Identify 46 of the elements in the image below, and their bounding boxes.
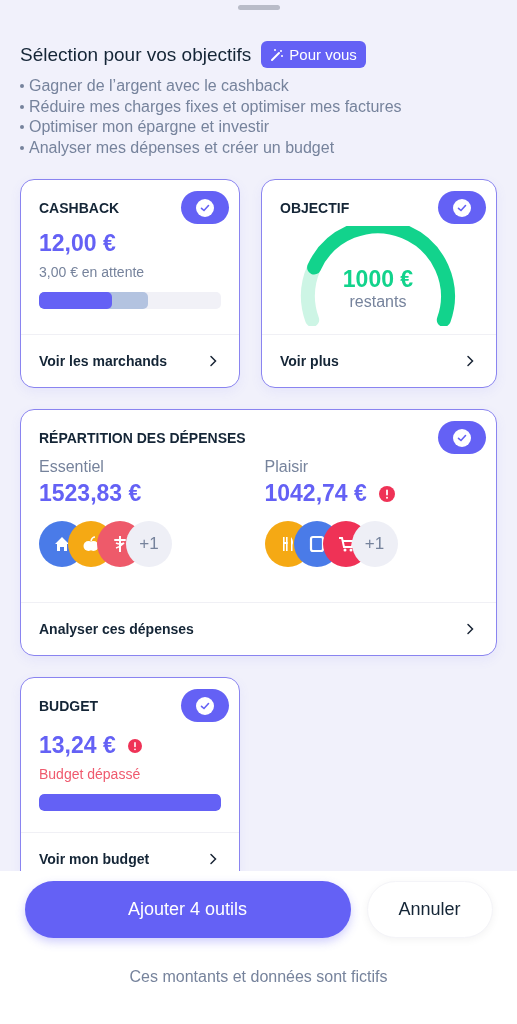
chevron-right-icon	[209, 355, 217, 367]
chevron-right-icon	[209, 853, 217, 865]
goal-amount: 1000 €	[341, 266, 415, 293]
card-title: CASHBACK	[39, 199, 120, 216]
pending-amount: 3,00 € en attente	[39, 264, 146, 280]
card-link[interactable]: Voir plus	[262, 334, 496, 387]
cancel-button[interactable]: Annuler	[366, 881, 493, 938]
disclaimer-text: Ces montants et données sont fictifs	[129, 968, 388, 986]
select-toggle[interactable]	[181, 191, 229, 224]
cashback-amount: 12,00 €	[39, 230, 117, 257]
more-count: +1	[126, 521, 172, 567]
add-tools-button[interactable]: Ajouter 4 outils	[24, 881, 351, 938]
goal-item: Réduire mes charges fixes et optimiser mes factures	[20, 96, 497, 117]
card-title: RÉPARTITION DES DÉPENSES	[39, 429, 246, 446]
budget-amount: 13,24 €	[39, 732, 116, 759]
check-icon	[196, 198, 214, 217]
check-icon	[196, 696, 214, 715]
select-toggle[interactable]	[438, 421, 486, 454]
category-label: Plaisir	[264, 458, 310, 476]
category-amount: 1523,83 €	[39, 480, 142, 507]
select-toggle[interactable]	[181, 689, 229, 722]
card-title: OBJECTIF	[280, 199, 350, 216]
goal-item: Gagner de l’argent avec le cashback	[20, 76, 497, 97]
drag-handle[interactable]	[237, 5, 280, 10]
select-toggle[interactable]	[438, 191, 486, 224]
budget-status: Budget dépassé	[39, 766, 142, 782]
more-count: +1	[351, 521, 398, 567]
check-icon	[453, 198, 471, 217]
card-link[interactable]: Analyser ces dépenses	[21, 602, 496, 655]
magic-wand-icon	[270, 47, 285, 62]
tool-card[interactable]: BUDGET 13,24 € Budget dépassé Voir mon budget	[20, 677, 240, 871]
section-title: Sélection pour vos objectifs	[20, 43, 252, 66]
card-link[interactable]: Voir les marchands	[21, 334, 239, 387]
chevron-right-icon	[466, 623, 474, 635]
badge-label: Pour vous	[289, 46, 357, 63]
tool-card[interactable]: OBJECTIF 1000 € restants Voir plus	[261, 179, 497, 388]
goal-note: restants	[348, 293, 408, 311]
goal-item: Analyser mes dépenses et créer un budget	[20, 137, 497, 158]
tool-card[interactable]: CASHBACK 12,00 € 3,00 € en attente Voir les marchands	[20, 179, 240, 388]
check-icon	[453, 428, 471, 447]
category-label: Essentiel	[39, 458, 105, 476]
category-amount: 1042,74 €	[264, 480, 367, 507]
card-title: BUDGET	[39, 697, 99, 714]
chevron-right-icon	[466, 355, 474, 367]
goal-item: Optimiser mon épargne et investir	[20, 117, 497, 138]
tool-card[interactable]: RÉPARTITION DES DÉPENSES Essentiel 1523,83 € +1 Plaisir 1042,74 € +1 Analyser ces dépenses	[20, 409, 497, 656]
